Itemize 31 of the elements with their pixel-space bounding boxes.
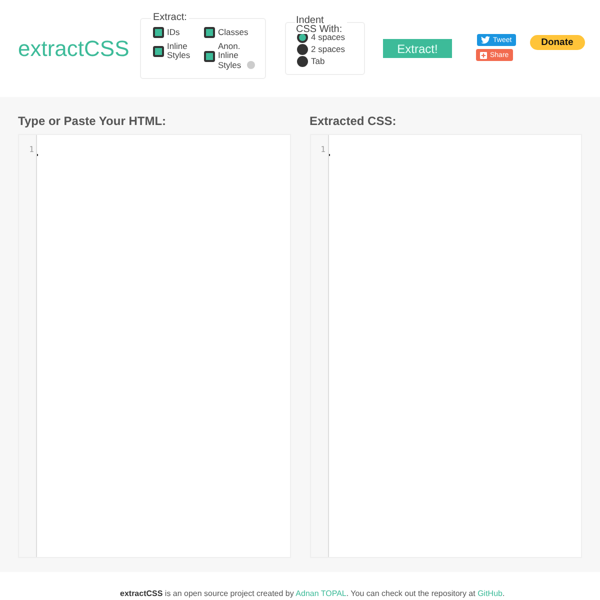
bird-icon bbox=[481, 36, 490, 44]
option-label: Inline Styles bbox=[167, 42, 192, 61]
panel-title: Type or Paste Your HTML: bbox=[18, 114, 168, 128]
code-editor[interactable]: 1 bbox=[18, 134, 290, 558]
option-label: Tab bbox=[311, 56, 325, 66]
option-label: IDs bbox=[167, 28, 180, 38]
footer-text: extractCSS is an open source project created by Adnan TOPAL. You can check out the repository at GitHub. bbox=[119, 588, 506, 598]
checkbox[interactable] bbox=[153, 27, 164, 38]
checkbox[interactable] bbox=[204, 50, 215, 62]
code-editor[interactable]: 1 bbox=[310, 134, 582, 558]
legend: Extract: bbox=[151, 12, 189, 23]
radio-button[interactable] bbox=[297, 56, 308, 67]
text-cursor bbox=[37, 154, 38, 156]
panel-title: Extracted CSS: bbox=[310, 114, 398, 128]
checkbox[interactable] bbox=[204, 27, 215, 38]
option-label: 4 spaces bbox=[311, 32, 346, 42]
plus-icon bbox=[480, 52, 487, 58]
line-number: 1 bbox=[29, 145, 34, 154]
option-label: 2 spaces bbox=[311, 44, 346, 54]
option-label: Classes bbox=[218, 28, 248, 38]
checkbox[interactable] bbox=[153, 46, 164, 57]
line-number: 1 bbox=[320, 145, 326, 154]
link[interactable]: GitHub bbox=[478, 589, 502, 598]
donate-button[interactable]: Donate bbox=[530, 35, 585, 50]
radio-button[interactable] bbox=[297, 44, 308, 55]
extract-button[interactable]: Extract! bbox=[383, 39, 452, 58]
text-cursor bbox=[328, 154, 330, 156]
legend: Indent CSS With: bbox=[295, 16, 347, 34]
option-label: Anon. Inline Styles bbox=[218, 42, 242, 70]
link[interactable]: Adnan TOPAL bbox=[296, 589, 346, 598]
logo[interactable]: extractCSS bbox=[18, 36, 140, 62]
